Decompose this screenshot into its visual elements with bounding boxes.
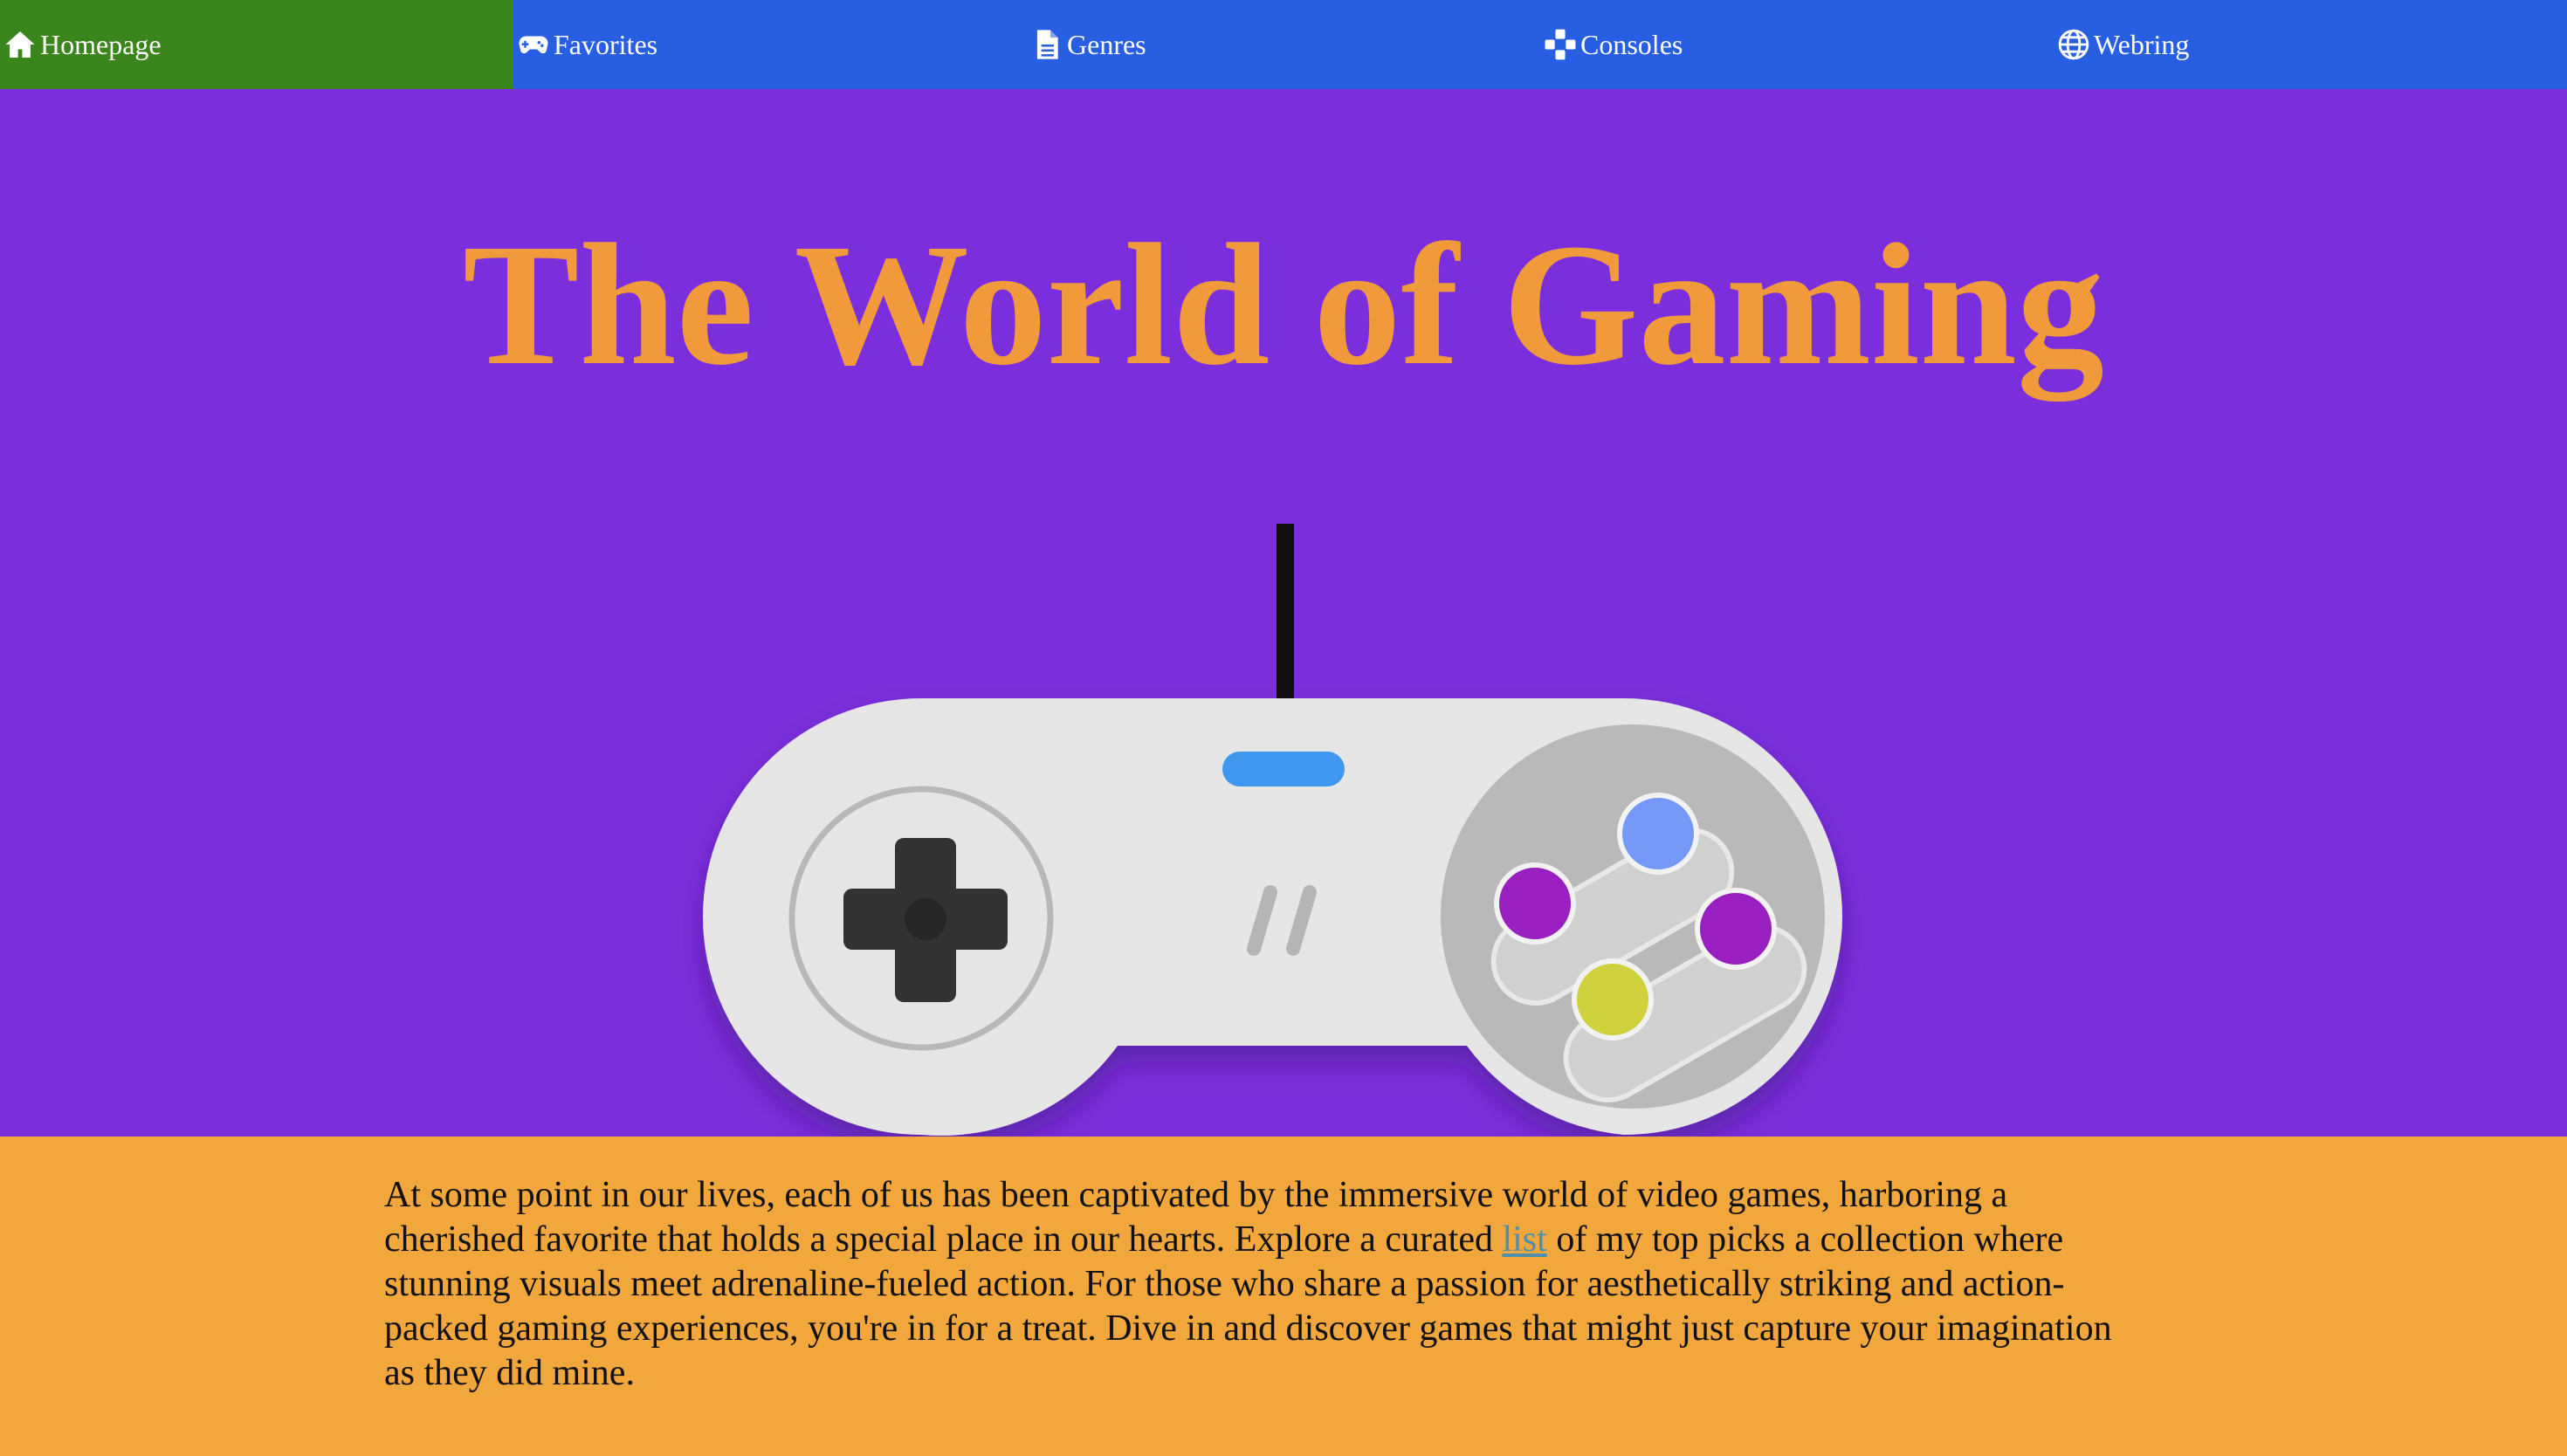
document-icon — [1030, 28, 1063, 61]
home-icon — [3, 28, 37, 61]
controller-illustration — [699, 515, 1868, 1144]
nav-item-label: Favorites — [554, 28, 658, 60]
nav-item-favorites[interactable]: Favorites — [513, 0, 1027, 89]
nav-item-homepage[interactable]: Homepage — [0, 0, 513, 89]
nav-item-label: Webring — [2094, 28, 2190, 60]
nav-item-label: Homepage — [40, 28, 162, 60]
page: Homepage Favorites Genres Consoles Webri… — [0, 0, 2567, 1456]
intro-paragraph: At some point in our lives, each of us h… — [384, 1173, 2148, 1396]
nav-item-label: Genres — [1067, 28, 1146, 60]
page-title: The World of Gaming — [463, 209, 2104, 402]
gamepad-icon — [517, 28, 550, 61]
nav-item-consoles[interactable]: Consoles — [1540, 0, 2054, 89]
nav-item-genres[interactable]: Genres — [1027, 0, 1540, 89]
top-nav: Homepage Favorites Genres Consoles Webri… — [0, 0, 2567, 89]
globe-icon — [2057, 28, 2090, 61]
dpad-icon — [1544, 28, 1577, 61]
nav-item-label: Consoles — [1580, 28, 1683, 60]
intro-section: At some point in our lives, each of us h… — [0, 1137, 2567, 1456]
nav-item-webring[interactable]: Webring — [2054, 0, 2567, 89]
favorites-list-link[interactable]: list — [1502, 1219, 1546, 1260]
